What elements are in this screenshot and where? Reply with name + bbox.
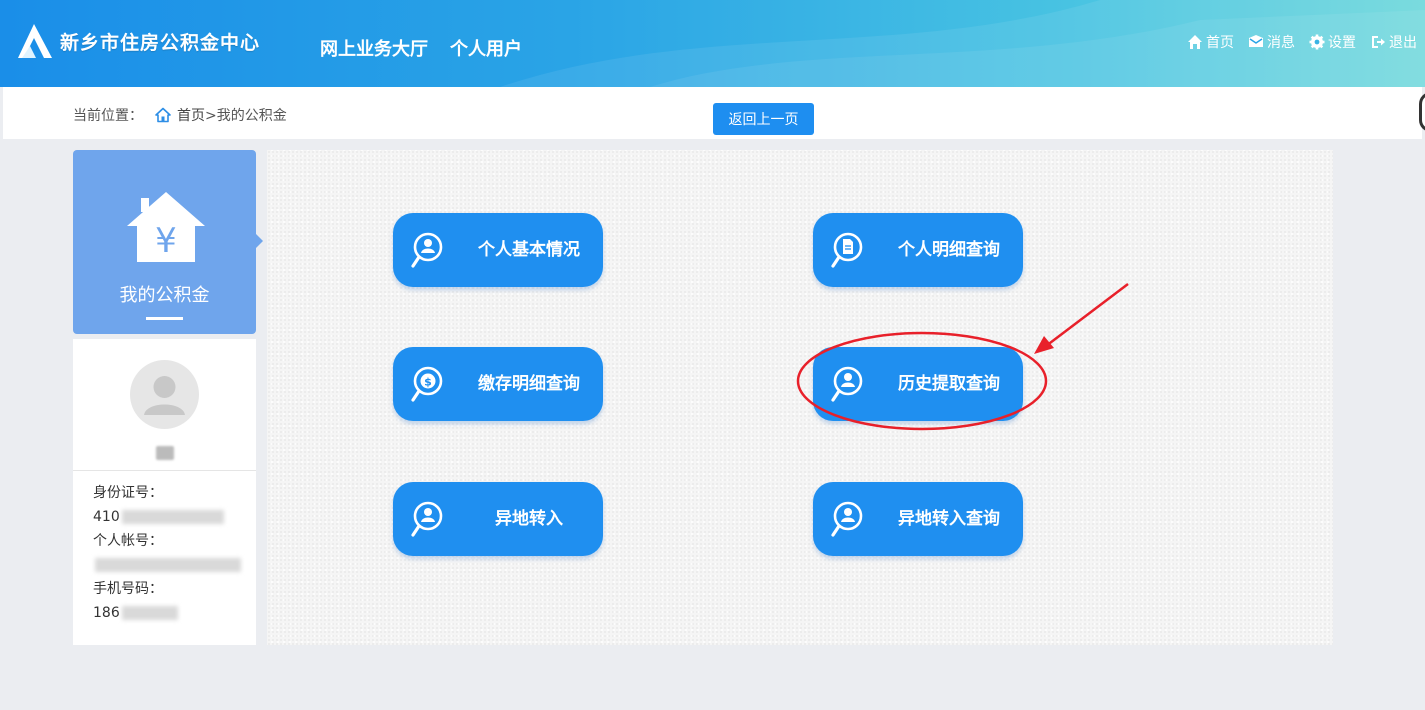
nav-settings[interactable]: 设置 xyxy=(1309,32,1356,52)
mail-icon xyxy=(1249,35,1263,47)
tile-personal-detail-query[interactable]: 个人明细查询 xyxy=(813,213,1023,287)
nav-logout[interactable]: 退出 xyxy=(1370,32,1417,52)
title-underline xyxy=(146,317,183,320)
svg-text:¥: ¥ xyxy=(155,221,177,261)
tile-deposit-detail-query[interactable]: $ 缴存明细查询 xyxy=(393,347,603,421)
nav-home-label: 首页 xyxy=(1206,35,1234,51)
account-redaction xyxy=(95,558,241,572)
id-value: 410 xyxy=(93,505,253,529)
house-yuan-icon: ¥ xyxy=(127,192,205,262)
breadcrumb-bar: 当前位置： 首页 >我的公积金 返回上一页 xyxy=(3,87,1422,139)
user-details: 身份证号： 410 个人帐号： 手机号码： 186 xyxy=(93,481,253,625)
person-search-icon xyxy=(831,501,863,537)
org-name: 新乡市住房公积金中心 xyxy=(60,31,261,54)
top-nav: 首页 消息 设置 退出 xyxy=(1187,32,1417,52)
breadcrumb-home-link[interactable]: 首页 xyxy=(177,105,205,125)
tile-personal-detail-query-label: 个人明细查询 xyxy=(898,240,1000,260)
phone-value-text: 186 xyxy=(93,605,120,621)
home-icon xyxy=(1188,35,1202,49)
gear-icon xyxy=(1309,34,1325,50)
my-fund-title: 我的公积金 xyxy=(119,285,210,306)
top-header: 新乡市住房公积金中心 网上业务大厅 个人用户 首页 消息 设置 退出 xyxy=(0,0,1425,87)
tile-deposit-detail-query-label: 缴存明细查询 xyxy=(478,374,580,394)
money-search-icon: $ xyxy=(411,366,443,402)
hall-title: 网上业务大厅 个人用户 xyxy=(320,35,522,61)
back-button[interactable]: 返回上一页 xyxy=(713,103,814,135)
person-search-icon xyxy=(411,501,443,537)
phone-label: 手机号码： xyxy=(93,581,163,597)
tile-personal-info[interactable]: 个人基本情况 xyxy=(393,213,603,287)
person-search-icon xyxy=(411,232,443,268)
hall-name: 网上业务大厅 xyxy=(320,39,428,60)
user-type: 个人用户 xyxy=(450,39,522,60)
annotation-ellipse xyxy=(796,331,1048,431)
avatar xyxy=(130,360,199,429)
tile-personal-info-label: 个人基本情况 xyxy=(478,240,580,260)
breadcrumb: 当前位置： 首页 >我的公积金 xyxy=(73,105,287,125)
nav-settings-label: 设置 xyxy=(1328,35,1356,51)
edge-overlay-fragment xyxy=(1419,92,1425,132)
divider xyxy=(73,470,256,471)
my-fund-panel[interactable]: ¥ 我的公积金 xyxy=(73,150,263,334)
logout-icon xyxy=(1372,36,1385,48)
id-label: 身份证号： xyxy=(93,485,163,501)
annotation-arrow-icon xyxy=(1034,283,1129,354)
user-name xyxy=(73,445,256,461)
user-avatar-icon xyxy=(144,376,185,415)
tile-remote-transfer-in-query-label: 异地转入查询 xyxy=(898,509,1000,529)
nav-logout-label: 退出 xyxy=(1389,35,1417,51)
id-value-text: 410 xyxy=(93,509,120,525)
breadcrumb-current: >我的公积金 xyxy=(205,108,287,124)
user-info-card: 身份证号： 410 个人帐号： 手机号码： 186 xyxy=(73,339,256,645)
document-search-icon xyxy=(831,232,863,268)
account-value xyxy=(93,553,253,577)
svg-text:$: $ xyxy=(424,376,432,389)
breadcrumb-prefix: 当前位置： xyxy=(73,108,143,124)
site-logo[interactable]: 新乡市住房公积金中心 xyxy=(16,22,260,60)
logo-icon xyxy=(18,24,52,58)
phone-value: 186 xyxy=(93,601,253,625)
name-redaction xyxy=(155,446,174,460)
nav-home[interactable]: 首页 xyxy=(1187,32,1234,52)
phone-redaction xyxy=(121,606,178,620)
nav-messages[interactable]: 消息 xyxy=(1248,32,1295,52)
tile-remote-transfer-in-label: 异地转入 xyxy=(495,509,563,529)
tile-remote-transfer-in[interactable]: 异地转入 xyxy=(393,482,603,556)
account-label: 个人帐号： xyxy=(93,533,163,549)
home-icon xyxy=(155,107,171,123)
tile-remote-transfer-in-query[interactable]: 异地转入查询 xyxy=(813,482,1023,556)
nav-messages-label: 消息 xyxy=(1267,35,1295,51)
id-redaction xyxy=(121,510,224,524)
